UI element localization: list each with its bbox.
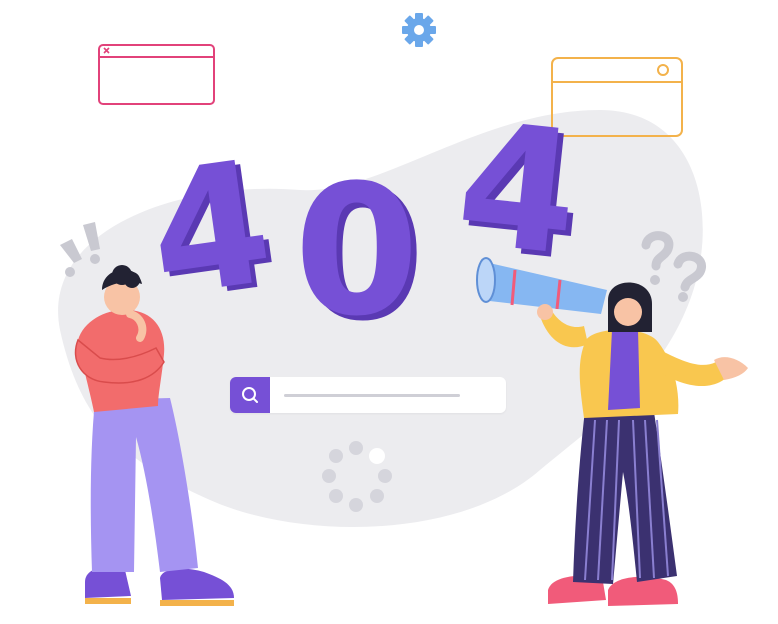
browser-window-icon: [98, 44, 215, 105]
digit-four-right: 4: [449, 85, 587, 294]
digit-zero: 0: [294, 147, 419, 356]
background-layer: 4 4 0 0 4 4: [58, 13, 748, 606]
error-404-illustration: 4 4 0 0 4 4: [0, 0, 778, 624]
search-button: [230, 377, 270, 413]
search-icon: [242, 387, 258, 403]
search-input-placeholder-line: [284, 393, 460, 397]
gear-icon: [402, 13, 436, 47]
search-bar: [230, 377, 506, 413]
